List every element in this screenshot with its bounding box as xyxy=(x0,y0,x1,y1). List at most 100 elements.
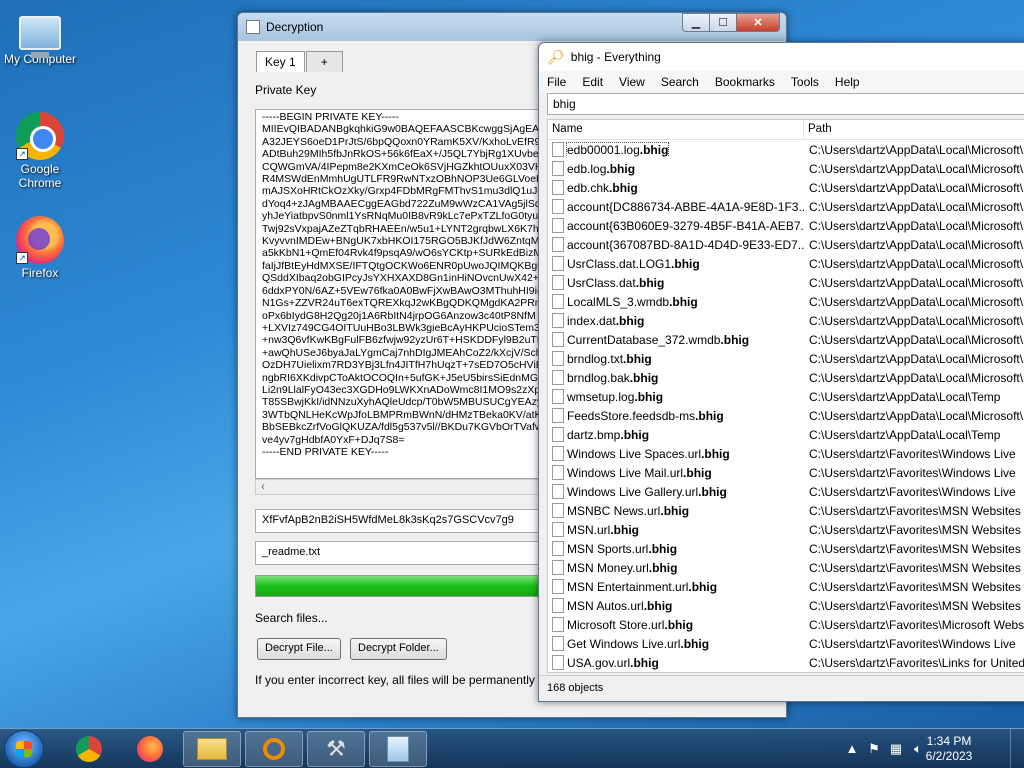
menu-bookmarks[interactable]: Bookmarks xyxy=(715,75,775,89)
row-name: MSN Autos.url.bhig xyxy=(567,599,672,613)
titlebar[interactable]: Decryption ▁ ☐ ✕ xyxy=(238,13,786,41)
row-name-base: brndlog.bak xyxy=(567,370,630,385)
add-tab-button[interactable]: + xyxy=(305,51,343,72)
row-path: C:\Users\dartz\Favorites\Microsoft Websi xyxy=(809,617,1024,632)
table-row[interactable]: brndlog.bak.bhig C:\Users\dartz\AppData\L… xyxy=(548,368,1024,387)
table-row[interactable]: MSN Sports.url.bhig C:\Users\dartz\Favori… xyxy=(548,539,1024,558)
table-row[interactable]: Windows Live Gallery.url.bhig C:\Users\da… xyxy=(548,482,1024,501)
table-row[interactable]: Get Windows Live.url.bhig C:\Users\dartz\… xyxy=(548,634,1024,653)
taskbar-chrome[interactable] xyxy=(60,731,118,767)
file-icon xyxy=(552,427,564,442)
row-name-cell: FeedsStore.feedsdb-ms.bhig xyxy=(548,408,805,423)
horizontal-scrollbar[interactable] xyxy=(255,479,555,495)
row-name-ext: .bhig xyxy=(695,408,724,423)
column-header-path[interactable]: Path xyxy=(804,120,836,139)
chrome-icon xyxy=(76,736,102,762)
network-icon[interactable]: ▦ xyxy=(888,741,904,757)
table-row[interactable]: Microsoft Store.url.bhig C:\Users\dartz\F… xyxy=(548,615,1024,634)
decrypt-folder-button[interactable]: Decrypt Folder... xyxy=(350,638,447,660)
table-row[interactable]: account{DC886734-ABBE-4A1A-9E8D-1F3... C:… xyxy=(548,197,1024,216)
table-row[interactable]: FeedsStore.feedsdb-ms.bhig C:\Users\dartz… xyxy=(548,406,1024,425)
table-row[interactable]: dartz.bmp.bhig C:\Users\dartz\AppData\Loc… xyxy=(548,425,1024,444)
table-row[interactable]: edb.chk.bhig C:\Users\dartz\AppData\Local… xyxy=(548,178,1024,197)
table-row[interactable]: CurrentDatabase_372.wmdb.bhig C:\Users\da… xyxy=(548,330,1024,349)
table-row[interactable]: USA.gov.url.bhig C:\Users\dartz\Favorites… xyxy=(548,653,1024,672)
taskbar-hammer[interactable]: ⚒ xyxy=(307,731,365,767)
table-row[interactable]: edb00001.log.bhig C:\Users\dartz\AppData\… xyxy=(548,140,1024,159)
row-path: C:\Users\dartz\AppData\Local\Microsoft\ xyxy=(809,161,1024,176)
titlebar[interactable]: 🔎︎ bhig - Everything xyxy=(539,43,1024,71)
row-name-cell: index.dat.bhig xyxy=(548,313,805,328)
row-name-base: dartz.bmp xyxy=(567,427,621,442)
private-key-line: 6ddxPY0N/6AZ+5VEw76fka0A0BwFjXwBAwO3MThu… xyxy=(262,284,543,297)
desktop-icon-label: Firefox xyxy=(21,266,59,280)
row-name: account{DC886734-ABBE-4A1A-9E8D-1F3... xyxy=(567,200,805,214)
table-row[interactable]: Windows Live Spaces.url.bhig C:\Users\dar… xyxy=(548,444,1024,463)
desktop-icon-firefox[interactable]: ↗ Firefox xyxy=(0,216,80,280)
close-button[interactable]: ✕ xyxy=(736,13,780,32)
search-input[interactable]: bhig xyxy=(547,93,1024,115)
table-row[interactable]: MSN Money.url.bhig C:\Users\dartz\Favorit… xyxy=(548,558,1024,577)
table-row[interactable]: MSNBC News.url.bhig C:\Users\dartz\Favori… xyxy=(548,501,1024,520)
row-name-base: edb.chk xyxy=(567,180,610,195)
action-center-icon[interactable]: ⚑ xyxy=(866,741,882,757)
row-name-base: MSN Entertainment.url xyxy=(567,579,689,594)
menu-edit[interactable]: Edit xyxy=(582,75,603,89)
table-row[interactable]: brndlog.txt.bhig C:\Users\dartz\AppData\L… xyxy=(548,349,1024,368)
table-row[interactable]: wmsetup.log.bhig C:\Users\dartz\AppData\L… xyxy=(548,387,1024,406)
row-name: MSN Money.url.bhig xyxy=(567,561,677,575)
taskbar-firefox[interactable] xyxy=(121,731,179,767)
menu-help[interactable]: Help xyxy=(835,75,860,89)
taskbar-everything[interactable] xyxy=(245,731,303,767)
file-icon xyxy=(552,370,564,385)
tab-key-1[interactable]: Key 1 xyxy=(256,51,305,72)
row-name-ext: .bhig xyxy=(606,161,636,176)
decrypt-file-button[interactable]: Decrypt File... xyxy=(257,638,341,660)
menu-search[interactable]: Search xyxy=(661,75,699,89)
column-header-name[interactable]: Name xyxy=(548,120,804,139)
row-name: Windows Live Gallery.url.bhig xyxy=(567,485,727,499)
key-id-field[interactable]: XfFvfApB2nB2iSH5WfdMeL8k3sKq2s7GSCVcv7g9 xyxy=(255,509,555,533)
file-icon xyxy=(552,351,564,366)
show-hidden-icons-icon[interactable]: ▲ xyxy=(844,741,860,757)
menu-tools[interactable]: Tools xyxy=(791,75,819,89)
table-row[interactable]: edb.log.bhig C:\Users\dartz\AppData\Local… xyxy=(548,159,1024,178)
row-name-base: account{DC886734-ABBE-4A1A-9E8D-1F3... xyxy=(567,199,805,214)
row-name-ext: .bhig xyxy=(609,180,638,195)
clock-time: 1:34 PM xyxy=(926,734,972,748)
table-row[interactable]: Windows Live Mail.url.bhig C:\Users\dartz… xyxy=(548,463,1024,482)
show-desktop-button[interactable] xyxy=(1010,729,1024,768)
private-key-line: OzDH7Uielixm7RD3YBj3Lfn4JITfH7hUqzT+7sED… xyxy=(262,359,547,372)
private-key-line: MIIEvQIBADANBgkqhkiG9w0BAQEFAASCBKcwggSj… xyxy=(262,123,547,136)
row-name-cell: brndlog.txt.bhig xyxy=(548,351,805,366)
taskbar-notepad[interactable] xyxy=(369,731,427,767)
row-name: MSN Sports.url.bhig xyxy=(567,542,677,556)
menu-file[interactable]: File xyxy=(547,75,566,89)
row-name-ext: .bhig xyxy=(630,655,659,670)
maximize-button[interactable]: ☐ xyxy=(709,13,737,32)
row-name-cell: account{DC886734-ABBE-4A1A-9E8D-1F3... xyxy=(548,199,805,214)
filename-field[interactable]: _readme.txt xyxy=(255,541,555,565)
row-name-base: edb00001.log xyxy=(567,142,640,157)
table-row[interactable]: UsrClass.dat.LOG1.bhig C:\Users\dartz\App… xyxy=(548,254,1024,273)
clock[interactable]: 1:34 PM 6/2/2023 xyxy=(914,734,984,764)
desktop-icon-chrome[interactable]: ↗ Google Chrome xyxy=(0,112,80,190)
desktop-icon-my-computer[interactable]: My Computer xyxy=(0,10,80,66)
row-path: C:\Users\dartz\AppData\Local\Temp xyxy=(809,389,1001,404)
menu-view[interactable]: View xyxy=(619,75,645,89)
table-row[interactable]: LocalMLS_3.wmdb.bhig C:\Users\dartz\AppDa… xyxy=(548,292,1024,311)
table-row[interactable]: MSN Autos.url.bhig C:\Users\dartz\Favorit… xyxy=(548,596,1024,615)
minimize-button[interactable]: ▁ xyxy=(682,13,710,32)
private-key-textarea[interactable]: -----BEGIN PRIVATE KEY----- MIIEvQIBADANB… xyxy=(255,109,555,479)
start-button[interactable] xyxy=(4,730,44,768)
table-row[interactable]: MSN.url.bhig C:\Users\dartz\Favorites\MSN… xyxy=(548,520,1024,539)
table-row[interactable]: account{63B060E9-3279-4B5F-B41A-AEB7... C… xyxy=(548,216,1024,235)
taskbar-explorer[interactable] xyxy=(183,731,241,767)
row-path: C:\Users\dartz\Favorites\Links for Unite… xyxy=(809,655,1024,670)
table-row[interactable]: MSN Entertainment.url.bhig C:\Users\dartz… xyxy=(548,577,1024,596)
table-row[interactable]: account{367087BD-8A1D-4D4D-9E33-ED7... C:… xyxy=(548,235,1024,254)
private-key-line: +LXVIz749CG4OITUuHBo3LBWk3gieBcAyHKPUcio… xyxy=(262,321,547,334)
table-row[interactable]: UsrClass.dat.bhig C:\Users\dartz\AppData\… xyxy=(548,273,1024,292)
row-path: C:\Users\dartz\AppData\Local\Microsoft\ xyxy=(809,199,1024,214)
table-row[interactable]: index.dat.bhig C:\Users\dartz\AppData\Loc… xyxy=(548,311,1024,330)
